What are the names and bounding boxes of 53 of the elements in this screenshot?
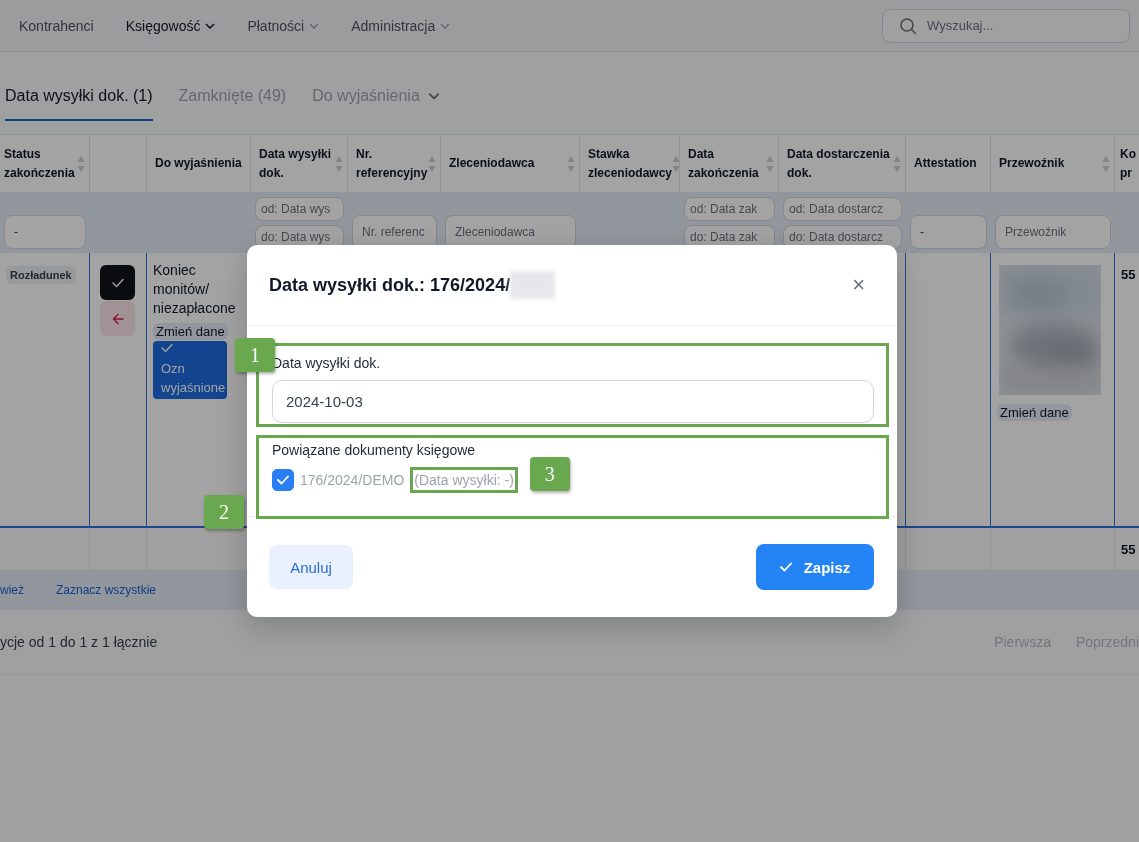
filter-select[interactable]: - (4, 215, 86, 249)
status-tag: Rozładunek (6, 266, 76, 284)
tab[interactable]: Data wysyłki dok. (1) (5, 87, 153, 121)
resolve-button[interactable]: Ozn wyjaśnione (153, 341, 227, 399)
column-header[interactable]: Status zakończenia (0, 134, 90, 192)
column-header[interactable]: Data wysyłki dok. (251, 134, 348, 192)
nav-menu-item[interactable]: Płatności (247, 17, 320, 34)
document-note: (Data wysyłki: -) (410, 467, 518, 493)
nav-menu-item[interactable]: Administracja (351, 17, 451, 34)
cancel-button[interactable]: Anuluj (269, 545, 353, 589)
column-header[interactable]: Przewoźnik (991, 134, 1115, 192)
callout-badge: 3 (529, 457, 570, 491)
filter-field[interactable]: do: Data dostarcz (783, 224, 902, 249)
check-icon (277, 475, 289, 485)
table-cell: 55 (1121, 267, 1136, 282)
column-header[interactable]: Data zakończenia (680, 134, 779, 192)
filter-field[interactable]: od: Data wys (255, 196, 344, 221)
column-header[interactable]: Zleceniodawca (441, 134, 580, 192)
edit-data-button[interactable]: Zmień dane (997, 404, 1072, 421)
close-button[interactable]: × (844, 272, 873, 298)
arrow-left-icon (111, 312, 124, 325)
callout-badge: 2 (204, 495, 244, 529)
column-header: Ko pr (1115, 134, 1139, 192)
edit-data-button[interactable]: Zmień dane (153, 323, 228, 340)
filter-field[interactable]: od: Data dostarcz (783, 196, 902, 221)
check-icon (779, 562, 792, 572)
filter-select[interactable]: - (910, 215, 987, 249)
filter-field[interactable]: od: Data zak (684, 196, 775, 221)
column-header: Do wyjaśnienia (147, 134, 251, 192)
total-cell: 55 (1121, 542, 1136, 557)
column-header[interactable]: Data dostarczenia dok. (779, 134, 906, 192)
column-header[interactable]: Stawka zleceniodawcy (580, 134, 680, 192)
note-text: Koniec monitów/ niezapłacone (153, 261, 237, 318)
date-field[interactable]: 2024-10-03 (272, 380, 874, 423)
dialog-title: Data wysyłki dok.: 176/2024/ (269, 274, 511, 296)
section-label: Powiązane dokumenty księgowe (272, 442, 477, 458)
save-button[interactable]: Zapisz (756, 544, 874, 590)
check-icon (111, 277, 124, 288)
search-field[interactable]: Wyszukaj... (882, 8, 1130, 43)
filter-field[interactable]: Przewoźnik (995, 215, 1111, 249)
action-link[interactable]: Zaznacz wszystkie (56, 583, 157, 597)
nav-menu-item[interactable]: Kontrahenci (19, 17, 94, 34)
callout-badge: 1 (235, 338, 275, 372)
check-icon (161, 343, 173, 353)
confirm-button[interactable] (100, 265, 135, 300)
column-header[interactable]: Nr. referencyjny (348, 134, 441, 192)
action-link[interactable]: wież (0, 583, 24, 597)
pagination-summary: ycje od 1 do 1 z 1 łącznie (0, 634, 158, 650)
document-number: 176/2024/DEMO (300, 472, 405, 488)
nav-menu-item[interactable]: Księgowość (125, 17, 216, 34)
checkbox[interactable] (272, 469, 294, 491)
column-header: Attestation (906, 134, 991, 192)
search-icon (899, 16, 917, 35)
